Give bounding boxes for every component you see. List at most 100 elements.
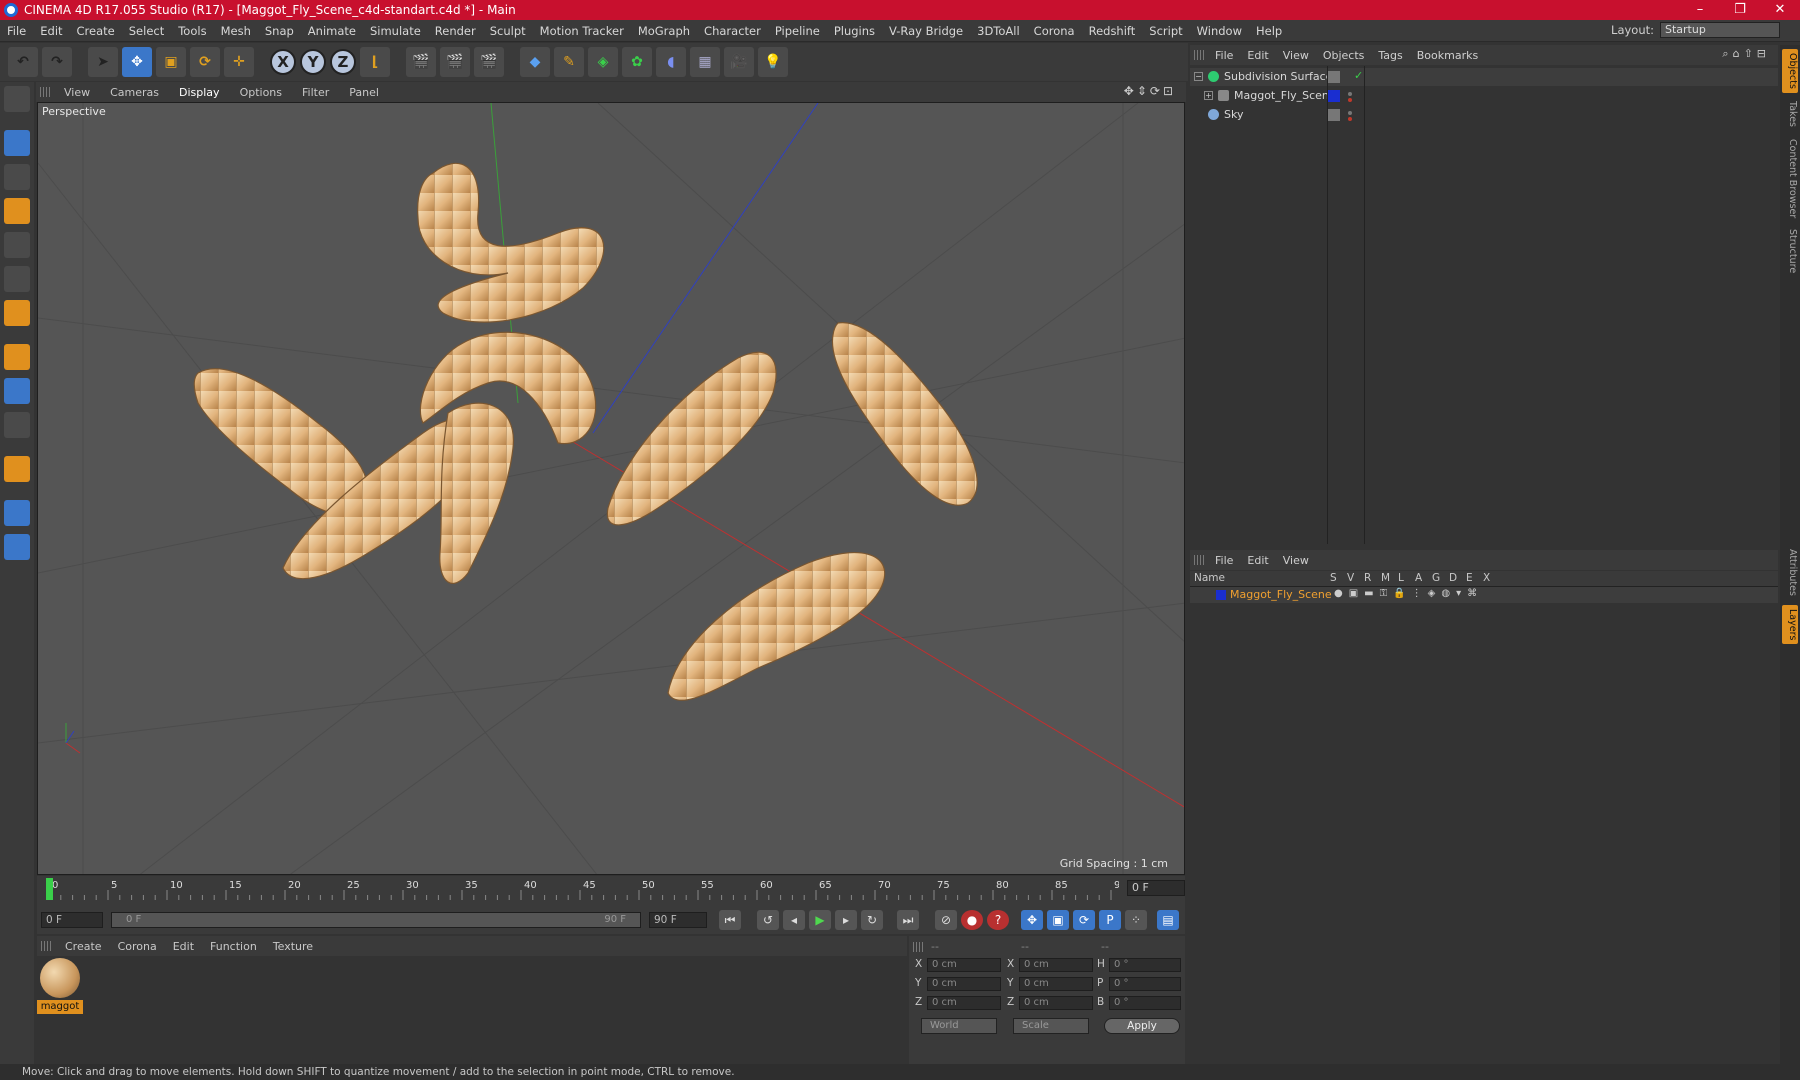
column-divider[interactable] [1327, 66, 1328, 544]
layer-col-manager[interactable]: M [1381, 572, 1390, 584]
key-scale-icon[interactable]: ▣ [1047, 910, 1069, 930]
side-tab-content-browser[interactable]: Content Browser [1782, 135, 1798, 222]
material-menu-texture[interactable]: Texture [265, 940, 321, 953]
record-active-objects-icon[interactable]: ● [961, 910, 983, 930]
visibility-toggle-icon[interactable] [1328, 109, 1340, 121]
render-view-icon[interactable]: 🎬 [406, 47, 436, 77]
render-visibility-dot[interactable] [1348, 117, 1352, 121]
menu-mograph[interactable]: MoGraph [631, 24, 697, 38]
menu-plugins[interactable]: Plugins [827, 24, 882, 38]
points-mode-icon[interactable] [4, 232, 30, 258]
enabled-check-icon[interactable]: ✓ [1354, 69, 1363, 82]
viewport-menu-cameras[interactable]: Cameras [100, 86, 169, 99]
object-menu-tags[interactable]: Tags [1371, 49, 1409, 62]
menu-redshift[interactable]: Redshift [1082, 24, 1143, 38]
texture-mode-icon[interactable] [4, 164, 30, 190]
position-x-field[interactable]: 0 cm [927, 958, 1001, 972]
menu-sculpt[interactable]: Sculpt [483, 24, 533, 38]
menu-animate[interactable]: Animate [301, 24, 363, 38]
layer-menu-file[interactable]: File [1208, 554, 1240, 567]
close-button[interactable]: ✕ [1760, 0, 1800, 20]
playhead-marker[interactable] [46, 878, 53, 900]
axis-x-lock-button[interactable]: X [270, 49, 296, 75]
axis-y-lock-button[interactable]: Y [300, 49, 326, 75]
layer-menu-view[interactable]: View [1276, 554, 1316, 567]
editor-visibility-dot[interactable] [1348, 111, 1352, 115]
rotation-h-field[interactable]: 0 ° [1109, 958, 1181, 972]
workplane-lock-icon[interactable] [4, 500, 30, 526]
viewport-menu-panel[interactable]: Panel [339, 86, 389, 99]
floor-scene-icon[interactable]: ▦ [690, 47, 720, 77]
collapse-toggle-icon[interactable]: − [1194, 72, 1203, 81]
menu-motion-tracker[interactable]: Motion Tracker [533, 24, 631, 38]
coordinate-mode-dropdown[interactable]: World [921, 1018, 997, 1034]
menu-mesh[interactable]: Mesh [214, 24, 258, 38]
subdivision-surface-icon[interactable]: ◈ [588, 47, 618, 77]
viewport-menu-options[interactable]: Options [230, 86, 292, 99]
layer-col-locked[interactable]: L [1398, 572, 1404, 584]
menu-create[interactable]: Create [70, 24, 122, 38]
layer-col-render[interactable]: R [1364, 572, 1371, 584]
position-z-field[interactable]: 0 cm [927, 996, 1001, 1010]
keyframe-selection-icon[interactable]: ⊘ [935, 910, 957, 930]
next-key-icon[interactable]: ↻ [861, 910, 883, 930]
object-row-sky[interactable]: Sky [1190, 106, 1778, 124]
apply-button[interactable]: Apply [1104, 1018, 1180, 1034]
layer-col-name[interactable]: Name [1194, 572, 1225, 584]
spline-pen-icon[interactable]: ✎ [554, 47, 584, 77]
menu-tools[interactable]: Tools [171, 24, 213, 38]
perspective-viewport[interactable]: Perspective Grid Spacing : 1 cm [37, 102, 1185, 875]
menu-simulate[interactable]: Simulate [363, 24, 428, 38]
undo-icon[interactable]: ↶ [8, 47, 38, 77]
menu-window[interactable]: Window [1190, 24, 1249, 38]
layer-col-generators[interactable]: G [1432, 572, 1440, 584]
autokeying-icon[interactable]: ? [987, 910, 1009, 930]
side-tab-structure[interactable]: Structure [1782, 225, 1798, 277]
layer-col-animation[interactable]: A [1415, 572, 1422, 584]
material-item[interactable]: maggot [37, 956, 85, 1018]
rotation-b-field[interactable]: 0 ° [1109, 996, 1181, 1010]
coordinate-system-icon[interactable]: ⌊ [360, 47, 390, 77]
side-tab-takes[interactable]: Takes [1782, 97, 1798, 131]
object-row-maggot-fly-scene[interactable]: + Maggot_Fly_Scene [1190, 87, 1778, 105]
camera-icon[interactable]: 🎥 [724, 47, 754, 77]
array-mograph-icon[interactable]: ✿ [622, 47, 652, 77]
play-icon[interactable]: ▶ [809, 910, 831, 930]
key-parameter-icon[interactable]: P [1099, 910, 1121, 930]
frame-range-slider[interactable]: 0 F 90 F [111, 912, 641, 928]
render-settings-icon[interactable]: 🎬 [474, 47, 504, 77]
go-to-end-icon[interactable]: ⏭ [897, 910, 919, 930]
previous-frame-icon[interactable]: ◂ [783, 910, 805, 930]
layer-row[interactable]: Maggot_Fly_Scene ●▣▬⚿🔒⋮◈◍▾⌘ [1190, 587, 1778, 603]
go-to-start-icon[interactable]: ⏮ [719, 910, 741, 930]
previous-key-icon[interactable]: ↺ [757, 910, 779, 930]
material-menu-function[interactable]: Function [202, 940, 265, 953]
menu-select[interactable]: Select [122, 24, 171, 38]
polygons-mode-icon[interactable] [4, 300, 30, 326]
object-menu-objects[interactable]: Objects [1316, 49, 1372, 62]
layer-col-solo[interactable]: S [1330, 572, 1337, 584]
menu-help[interactable]: Help [1249, 24, 1289, 38]
menu-edit[interactable]: Edit [33, 24, 69, 38]
menu-render[interactable]: Render [428, 24, 483, 38]
visibility-toggle-icon[interactable] [1328, 71, 1340, 83]
object-menu-view[interactable]: View [1276, 49, 1316, 62]
current-frame-field[interactable]: 0 F [1127, 880, 1185, 896]
material-menu-create[interactable]: Create [57, 940, 110, 953]
viewport-menu-display[interactable]: Display [169, 86, 230, 99]
workplane-grid-icon[interactable] [4, 534, 30, 560]
menu-corona[interactable]: Corona [1027, 24, 1082, 38]
snapping-icon[interactable] [4, 456, 30, 482]
key-point-level-icon[interactable]: ⁘ [1125, 910, 1147, 930]
layer-col-expressions[interactable]: E [1466, 572, 1473, 584]
menu-file[interactable]: File [0, 24, 33, 38]
move-tool-icon[interactable]: ✥ [122, 47, 152, 77]
layer-color-swatch[interactable] [1216, 590, 1226, 600]
viewport-menu-view[interactable]: View [54, 86, 100, 99]
expand-toggle-icon[interactable]: + [1204, 91, 1213, 100]
object-menu-bookmarks[interactable]: Bookmarks [1410, 49, 1485, 62]
timeline-ruler[interactable]: 051015202530354045505560657075808590 0 F [37, 876, 1185, 906]
material-menu-corona[interactable]: Corona [110, 940, 165, 953]
key-rotation-icon[interactable]: ⟳ [1073, 910, 1095, 930]
layer-col-deformers[interactable]: D [1449, 572, 1457, 584]
